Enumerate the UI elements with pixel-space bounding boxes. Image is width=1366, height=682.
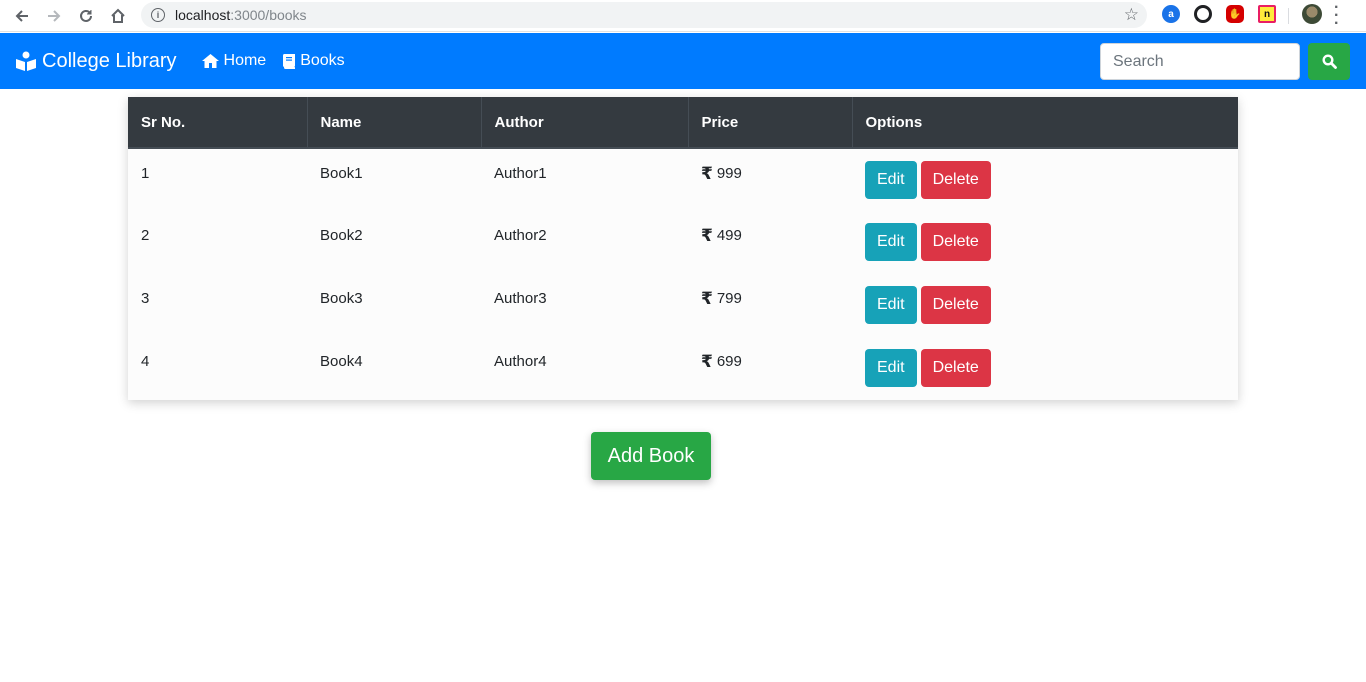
browser-toolbar: i localhost:3000/books ☆ a ✋ n · · · bbox=[0, 0, 1366, 32]
home-icon[interactable] bbox=[102, 2, 134, 30]
cell-options: Edit Delete bbox=[852, 211, 1238, 274]
nav-home[interactable]: Home bbox=[201, 52, 267, 70]
delete-button[interactable]: Delete bbox=[920, 286, 991, 324]
extension-ring-icon[interactable] bbox=[1194, 5, 1212, 23]
table-row: 3 Book3 Author3 ₹799 Edit Delete bbox=[128, 274, 1238, 337]
forward-arrow-icon[interactable] bbox=[38, 2, 70, 30]
delete-button[interactable]: Delete bbox=[920, 349, 991, 387]
header-price: Price bbox=[688, 97, 853, 149]
price-value: 699 bbox=[716, 353, 742, 370]
cell-price: ₹499 bbox=[688, 211, 852, 274]
nav-home-label: Home bbox=[223, 52, 267, 69]
home-icon bbox=[201, 54, 219, 68]
header-name: Name bbox=[307, 97, 482, 149]
rupee-icon: ₹ bbox=[701, 164, 713, 183]
brand-link[interactable]: College Library bbox=[15, 50, 177, 73]
cell-author: Author3 bbox=[494, 290, 547, 307]
table-header-row: Sr No. Name Author Price Options bbox=[128, 97, 1238, 149]
rupee-icon: ₹ bbox=[701, 289, 713, 308]
nav-books-label: Books bbox=[300, 52, 345, 69]
edit-button[interactable]: Edit bbox=[865, 223, 917, 261]
cell-sr: 1 bbox=[141, 165, 150, 182]
search-icon bbox=[1321, 54, 1337, 69]
cell-author: Author1 bbox=[494, 165, 547, 182]
app-navbar: College Library Home Books bbox=[0, 33, 1366, 89]
delete-button[interactable]: Delete bbox=[920, 223, 991, 261]
nav-books[interactable]: Books bbox=[282, 52, 345, 70]
cell-name: Book2 bbox=[320, 227, 363, 244]
cell-price: ₹799 bbox=[688, 274, 852, 337]
toolbar-divider bbox=[1288, 8, 1289, 24]
cell-name: Book4 bbox=[320, 353, 363, 370]
extension-n-icon[interactable]: n bbox=[1258, 5, 1276, 23]
info-icon[interactable]: i bbox=[151, 8, 165, 22]
edit-button[interactable]: Edit bbox=[865, 161, 917, 199]
brand-title: College Library bbox=[42, 49, 177, 72]
reload-icon[interactable] bbox=[70, 2, 102, 30]
edit-button[interactable]: Edit bbox=[865, 349, 917, 387]
extension-a-icon[interactable]: a bbox=[1162, 5, 1180, 23]
extension-hand-icon[interactable]: ✋ bbox=[1226, 5, 1244, 23]
cell-name: Book3 bbox=[320, 290, 363, 307]
cell-sr: 2 bbox=[141, 227, 150, 244]
price-value: 999 bbox=[716, 165, 742, 182]
header-author: Author bbox=[481, 97, 689, 149]
star-icon[interactable]: ☆ bbox=[1124, 5, 1139, 25]
table-row: 2 Book2 Author2 ₹499 Edit Delete bbox=[128, 211, 1238, 274]
table-row: 1 Book1 Author1 ₹999 Edit Delete bbox=[128, 148, 1238, 211]
url-text: localhost:3000/books bbox=[175, 7, 307, 23]
search-button[interactable] bbox=[1308, 43, 1350, 80]
cell-name: Book1 bbox=[320, 165, 363, 182]
delete-button[interactable]: Delete bbox=[920, 161, 991, 199]
table-row: 4 Book4 Author4 ₹699 Edit Delete bbox=[128, 337, 1238, 400]
cell-author: Author2 bbox=[494, 227, 547, 244]
cell-options: Edit Delete bbox=[852, 148, 1238, 211]
header-options: Options bbox=[852, 97, 1238, 149]
more-menu-icon[interactable]: · · · bbox=[1334, 0, 1339, 32]
rupee-icon: ₹ bbox=[701, 226, 713, 245]
address-bar[interactable]: i localhost:3000/books ☆ bbox=[141, 2, 1147, 28]
price-value: 499 bbox=[716, 227, 742, 244]
books-table: Sr No. Name Author Price Options 1 Book1… bbox=[128, 97, 1238, 400]
reader-icon bbox=[16, 51, 36, 71]
price-value: 799 bbox=[716, 290, 742, 307]
back-arrow-icon[interactable] bbox=[6, 2, 38, 30]
profile-avatar[interactable] bbox=[1302, 4, 1322, 24]
cell-sr: 4 bbox=[141, 353, 150, 370]
cell-price: ₹699 bbox=[688, 337, 852, 400]
search-input[interactable] bbox=[1100, 43, 1300, 80]
book-icon bbox=[283, 54, 296, 69]
cell-price: ₹999 bbox=[688, 148, 852, 211]
edit-button[interactable]: Edit bbox=[865, 286, 917, 324]
header-sr-no: Sr No. bbox=[128, 97, 308, 149]
rupee-icon: ₹ bbox=[701, 352, 713, 371]
cell-sr: 3 bbox=[141, 290, 150, 307]
cell-options: Edit Delete bbox=[852, 274, 1238, 337]
add-book-button[interactable]: Add Book bbox=[591, 432, 711, 480]
cell-options: Edit Delete bbox=[852, 337, 1238, 400]
cell-author: Author4 bbox=[494, 353, 547, 370]
books-table-card: Sr No. Name Author Price Options 1 Book1… bbox=[128, 97, 1238, 400]
